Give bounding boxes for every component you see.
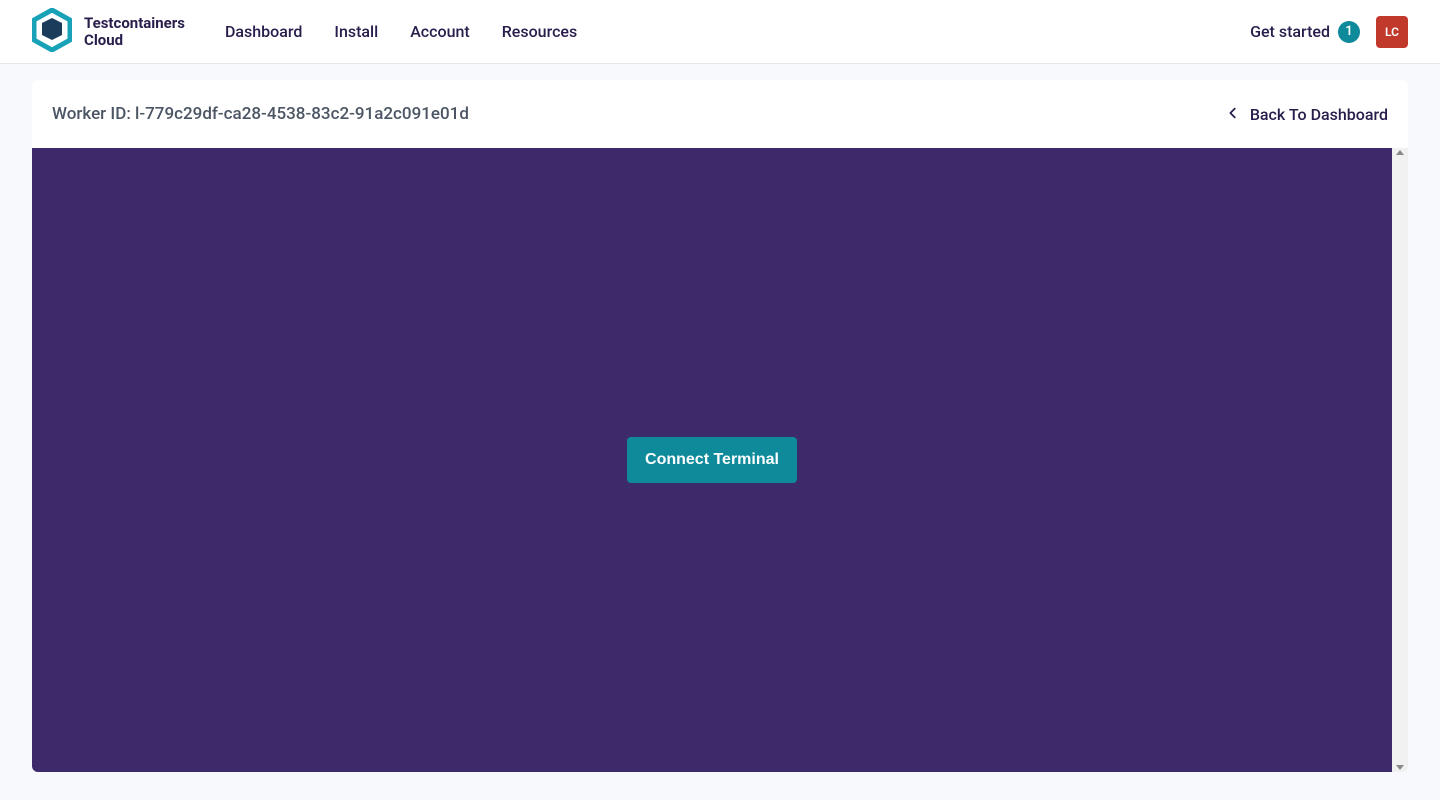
logo[interactable]: Testcontainers Cloud	[32, 8, 185, 56]
connect-terminal-button[interactable]: Connect Terminal	[627, 437, 797, 483]
logo-line2: Cloud	[84, 32, 185, 49]
get-started-label: Get started	[1250, 22, 1330, 41]
header-left: Testcontainers Cloud Dashboard Install A…	[32, 8, 577, 56]
logo-text: Testcontainers Cloud	[84, 15, 185, 48]
avatar-initials: LC	[1385, 25, 1399, 39]
panel-header: Worker ID: l-779c29df-ca28-4538-83c2-91a…	[32, 80, 1408, 148]
nav-account[interactable]: Account	[410, 22, 470, 41]
scrollbar[interactable]	[1392, 148, 1408, 772]
terminal-area: Connect Terminal	[32, 148, 1392, 772]
content: Worker ID: l-779c29df-ca28-4538-83c2-91a…	[0, 64, 1440, 788]
nav-install[interactable]: Install	[334, 22, 378, 41]
scroll-down-icon[interactable]	[1396, 765, 1404, 770]
nav-resources[interactable]: Resources	[502, 22, 578, 41]
get-started-link[interactable]: Get started 1	[1250, 21, 1360, 43]
back-to-dashboard-link[interactable]: Back To Dashboard	[1226, 105, 1388, 124]
app-header: Testcontainers Cloud Dashboard Install A…	[0, 0, 1440, 64]
nav-dashboard[interactable]: Dashboard	[225, 22, 302, 41]
get-started-badge: 1	[1338, 21, 1360, 43]
logo-line1: Testcontainers	[84, 15, 185, 32]
worker-id-label: Worker ID: l-779c29df-ca28-4538-83c2-91a…	[52, 104, 469, 124]
scroll-up-icon[interactable]	[1396, 150, 1404, 155]
terminal-wrapper: Connect Terminal	[32, 148, 1408, 772]
back-label: Back To Dashboard	[1250, 105, 1388, 124]
worker-panel: Worker ID: l-779c29df-ca28-4538-83c2-91a…	[32, 80, 1408, 772]
avatar[interactable]: LC	[1376, 16, 1408, 48]
header-right: Get started 1 LC	[1250, 16, 1408, 48]
main-nav: Dashboard Install Account Resources	[225, 22, 577, 41]
chevron-left-icon	[1226, 105, 1240, 124]
hexagon-icon	[32, 8, 72, 56]
